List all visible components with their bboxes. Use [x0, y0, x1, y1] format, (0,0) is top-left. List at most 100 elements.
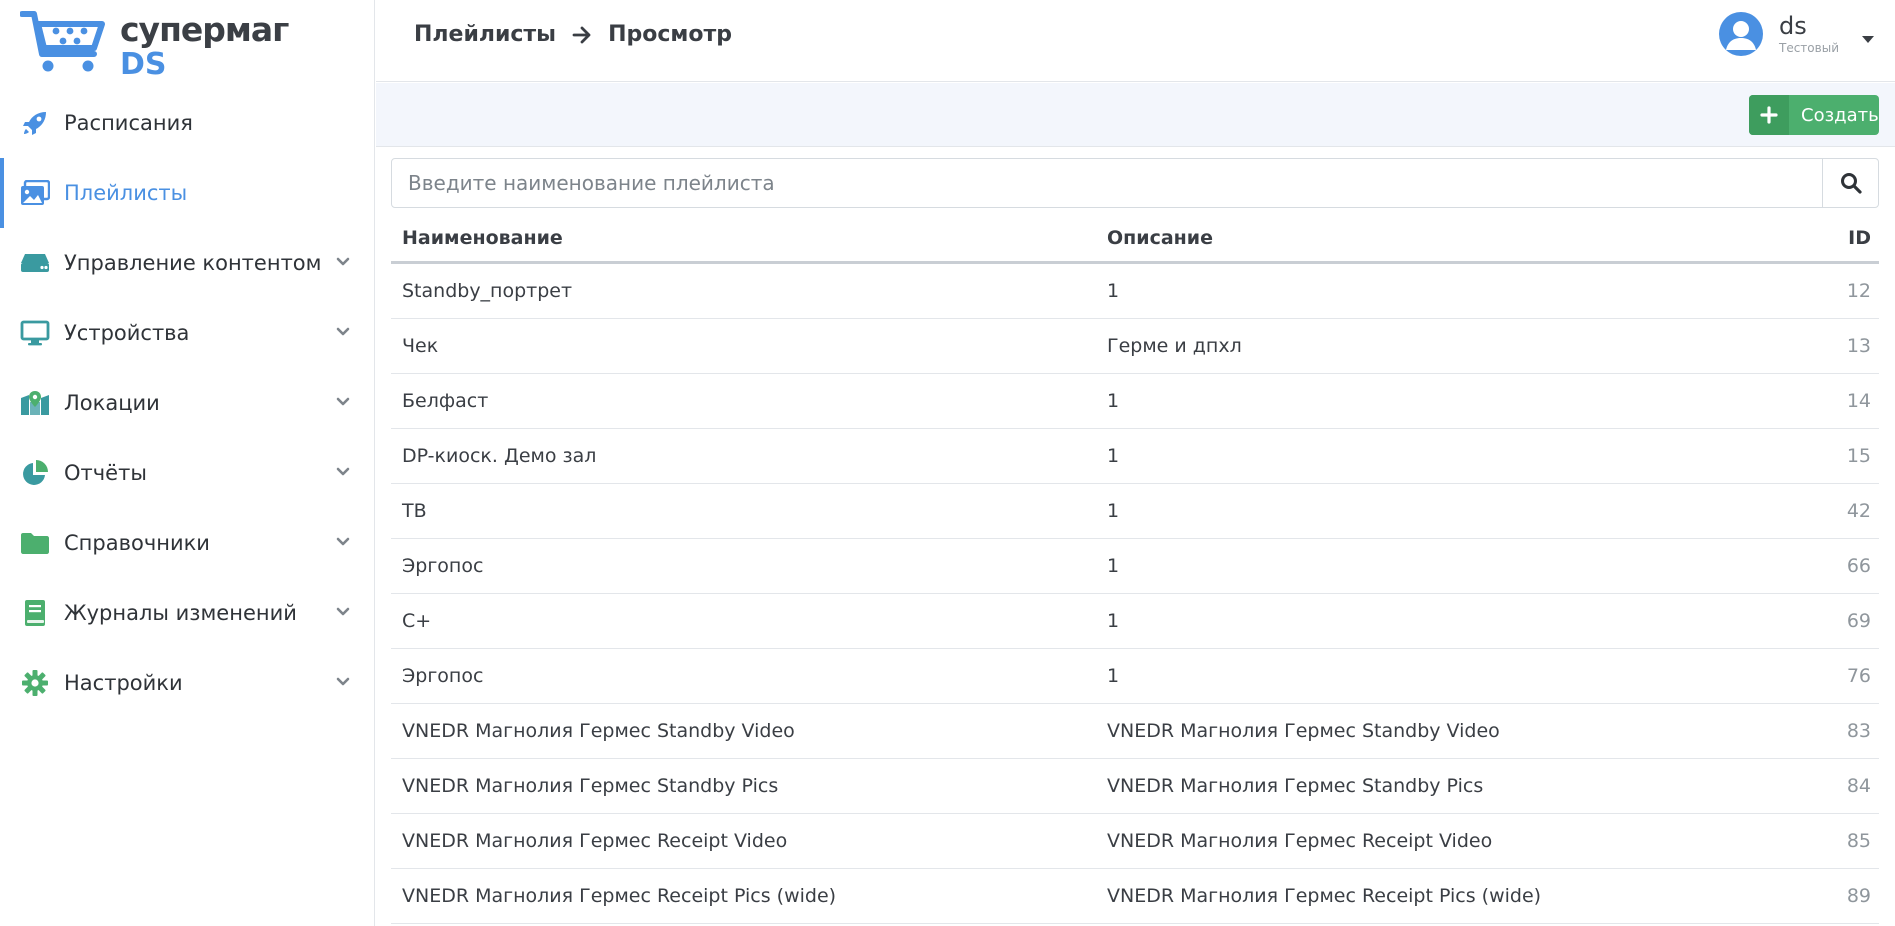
monitor-icon — [20, 318, 50, 348]
cell-description: VNEDR Магнолия Гермес Standby Video — [1107, 720, 1500, 742]
sidebar-item-locations[interactable]: Локации — [0, 368, 375, 438]
table-row[interactable]: Чек Герме и дпхл 13 — [391, 319, 1879, 374]
logo[interactable]: супермаг DS — [20, 8, 289, 82]
search-bar — [391, 158, 1879, 208]
caret-down-icon[interactable] — [1861, 29, 1875, 43]
user-info: ds Тестовый — [1779, 12, 1839, 56]
search-input[interactable] — [392, 159, 1822, 207]
table-row[interactable]: Эргопос 1 66 — [391, 539, 1879, 594]
plus-icon — [1749, 95, 1789, 135]
table-row[interactable]: VNEDR Магнолия Гермес Standby Pics VNEDR… — [391, 759, 1879, 814]
cell-id: 76 — [1846, 665, 1871, 687]
cell-description: 1 — [1107, 610, 1120, 632]
chevron-down-icon[interactable] — [335, 254, 351, 270]
create-button-label: Создать — [1801, 104, 1879, 126]
cell-description: 1 — [1107, 445, 1120, 467]
sidebar-item-directories[interactable]: Справочники — [0, 508, 375, 578]
cell-id: 66 — [1846, 555, 1871, 577]
cell-name: VNEDR Магнолия Гермес Receipt Video — [402, 830, 788, 852]
create-button[interactable]: Создать — [1749, 95, 1879, 135]
sidebar-item-label: Расписания — [64, 111, 193, 135]
chevron-down-icon[interactable] — [335, 674, 351, 690]
pie-chart-icon — [20, 458, 50, 488]
map-marker-icon — [20, 388, 50, 418]
table-row[interactable]: VNEDR Магнолия Гермес Receipt Video VNED… — [391, 814, 1879, 869]
table-row[interactable]: Эргопос 1 76 — [391, 649, 1879, 704]
search-icon — [1840, 173, 1862, 194]
column-header-description[interactable]: Описание — [1107, 227, 1799, 249]
column-header-id[interactable]: ID — [1799, 227, 1879, 249]
sidebar-item-label: Локации — [64, 391, 160, 415]
chevron-down-icon[interactable] — [335, 324, 351, 340]
cell-description: 1 — [1107, 500, 1120, 522]
chevron-down-icon[interactable] — [335, 534, 351, 550]
user-avatar-icon — [1719, 12, 1763, 56]
logo-wordmark: супермаг — [120, 10, 289, 49]
cell-description: VNEDR Магнолия Гермес Standby Pics — [1107, 775, 1484, 797]
cell-description: 1 — [1107, 555, 1120, 577]
cell-name: Эргопос — [402, 665, 484, 687]
playlists-table: Наименование Описание ID Standby_портрет… — [391, 214, 1879, 924]
sidebar-item-schedules[interactable]: Расписания — [0, 88, 375, 158]
search-button[interactable] — [1822, 159, 1878, 207]
breadcrumb-item-view: Просмотр — [608, 22, 732, 47]
sidebar-item-playlists[interactable]: Плейлисты — [0, 158, 375, 228]
chevron-down-icon[interactable] — [335, 604, 351, 620]
cell-name: VNEDR Магнолия Гермес Standby Pics — [402, 775, 779, 797]
logo-subtitle: DS — [120, 47, 167, 82]
sidebar-item-content-management[interactable]: Управление контентом — [0, 228, 375, 298]
chevron-down-icon[interactable] — [335, 394, 351, 410]
cell-description: 1 — [1107, 390, 1120, 412]
sidebar-item-label: Отчёты — [64, 461, 147, 485]
table-row[interactable]: Standby_портрет 1 12 — [391, 264, 1879, 319]
cell-description: 1 — [1107, 665, 1120, 687]
cell-id: 15 — [1846, 445, 1871, 467]
sidebar-item-reports[interactable]: Отчёты — [0, 438, 375, 508]
table-row[interactable]: C+ 1 69 — [391, 594, 1879, 649]
column-header-name[interactable]: Наименование — [391, 227, 1107, 249]
table-row[interactable]: VNEDR Магнолия Гермес Standby Video VNED… — [391, 704, 1879, 759]
sidebar: супермаг DS Расписания Плейлисты Управле… — [0, 0, 375, 926]
cell-id: 89 — [1846, 885, 1871, 907]
table-row[interactable]: DP-киоск. Демо зал 1 15 — [391, 429, 1879, 484]
cell-name: VNEDR Магнолия Гермес Standby Video — [402, 720, 795, 742]
cell-name: DP-киоск. Демо зал — [402, 445, 597, 467]
sidebar-item-change-logs[interactable]: Журналы изменений — [0, 578, 375, 648]
sidebar-item-label: Устройства — [64, 321, 190, 345]
cell-name: Чек — [402, 335, 439, 357]
cell-description: Герме и дпхл — [1107, 335, 1242, 357]
user-role: Тестовый — [1779, 41, 1839, 55]
cell-description: VNEDR Магнолия Гермес Receipt Video — [1107, 830, 1493, 852]
sidebar-nav: Расписания Плейлисты Управление контенто… — [0, 88, 375, 718]
top-header: Плейлисты Просмотр ds Тестовый — [376, 0, 1895, 82]
arrow-right-icon — [572, 26, 592, 44]
table-row[interactable]: ТВ 1 42 — [391, 484, 1879, 539]
chevron-down-icon[interactable] — [335, 464, 351, 480]
sidebar-item-label: Справочники — [64, 531, 210, 555]
table-row[interactable]: VNEDR Магнолия Гермес Receipt Pics (wide… — [391, 869, 1879, 924]
book-icon — [20, 598, 50, 628]
cell-id: 69 — [1846, 610, 1871, 632]
sidebar-item-label: Управление контентом — [64, 251, 322, 275]
sidebar-item-settings[interactable]: Настройки — [0, 648, 375, 718]
cell-id: 13 — [1846, 335, 1871, 357]
folder-icon — [20, 528, 50, 558]
hdd-icon — [20, 248, 50, 278]
images-icon — [20, 178, 50, 208]
cell-description: 1 — [1107, 280, 1120, 302]
sidebar-item-label: Плейлисты — [64, 181, 188, 205]
breadcrumb-item-playlists[interactable]: Плейлисты — [414, 22, 556, 47]
cell-id: 42 — [1846, 500, 1871, 522]
sidebar-item-label: Журналы изменений — [64, 601, 297, 625]
cell-description: VNEDR Магнолия Гермес Receipt Pics (wide… — [1107, 885, 1542, 907]
gear-icon — [20, 668, 50, 698]
cell-name: Эргопос — [402, 555, 484, 577]
sidebar-item-devices[interactable]: Устройства — [0, 298, 375, 368]
user-menu[interactable]: ds Тестовый — [1719, 12, 1875, 56]
table-row[interactable]: Белфаст 1 14 — [391, 374, 1879, 429]
cell-id: 14 — [1846, 390, 1871, 412]
cell-id: 84 — [1846, 775, 1871, 797]
cell-name: Standby_портрет — [402, 280, 573, 302]
cell-name: VNEDR Магнолия Гермес Receipt Pics (wide… — [402, 885, 837, 907]
cell-name: Белфаст — [402, 390, 489, 412]
